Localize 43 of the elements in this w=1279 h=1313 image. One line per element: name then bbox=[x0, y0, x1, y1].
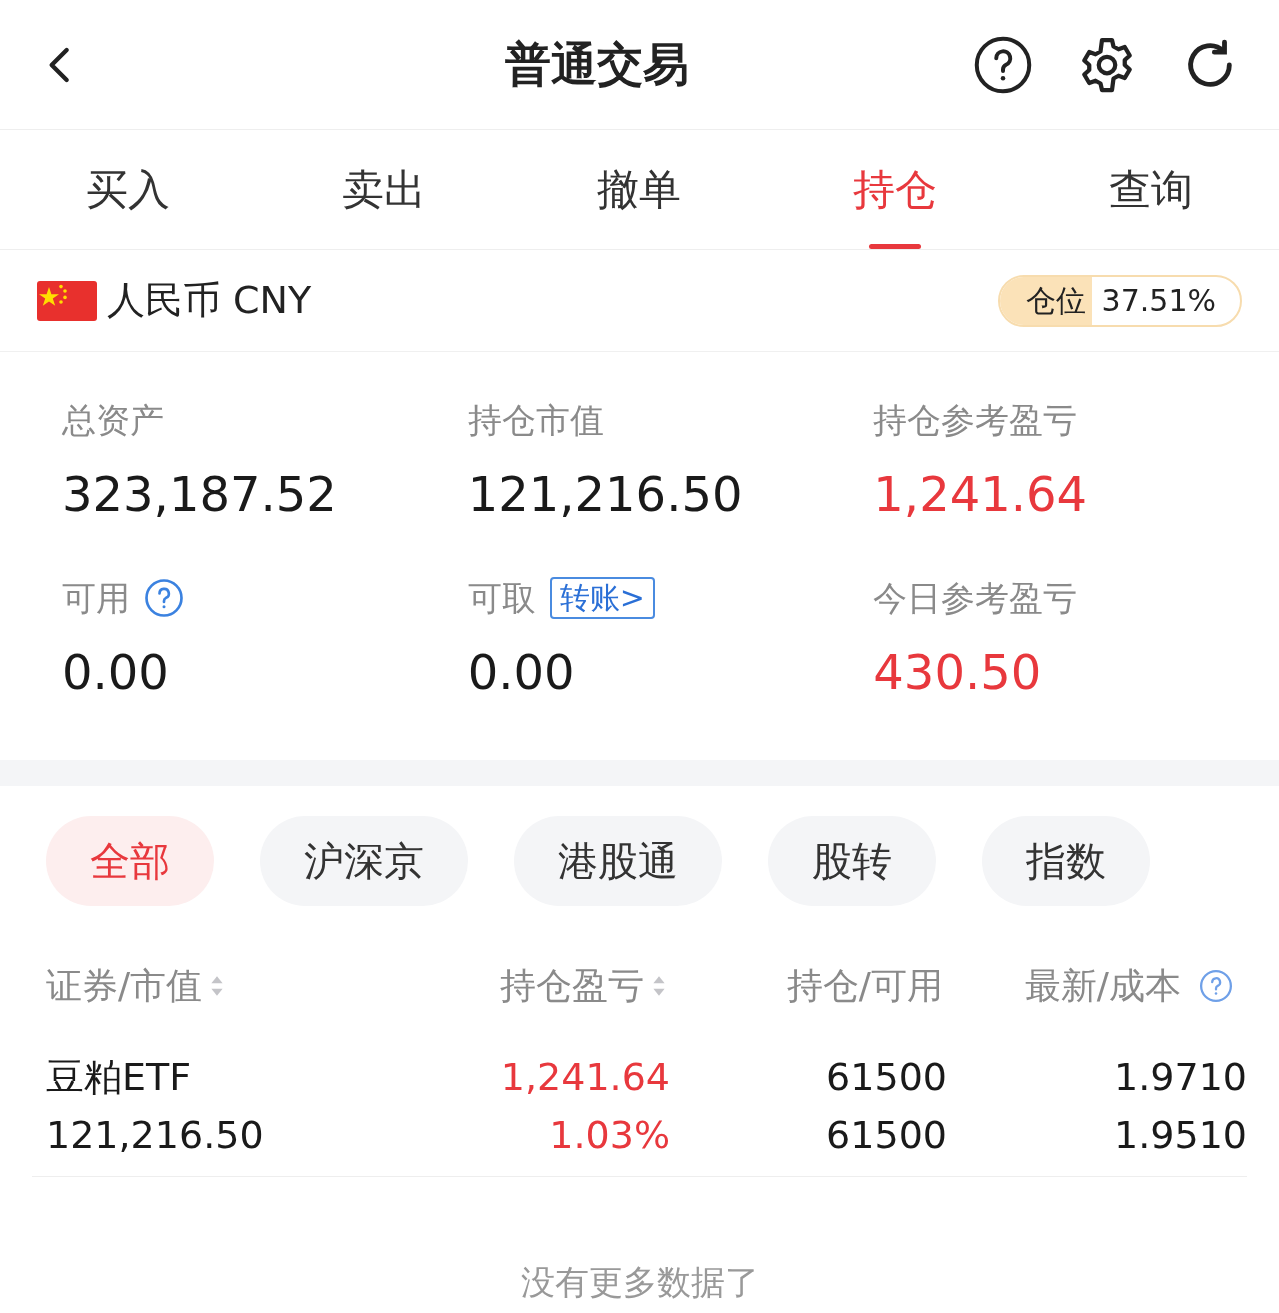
end-of-list-text: 没有更多数据了 bbox=[520, 1261, 759, 1304]
flag-icon bbox=[37, 279, 97, 322]
stat-label: 总资产 bbox=[62, 398, 164, 442]
column-header: 最新/成本 bbox=[1024, 964, 1181, 1008]
stat-value: 430.50 bbox=[873, 643, 1043, 702]
position-label: 仓位 bbox=[999, 276, 1092, 325]
pnl-value: 1,241.64 bbox=[500, 1054, 670, 1101]
tab[interactable]: 撤单 bbox=[511, 130, 768, 249]
currency-label: 人民币 CNY bbox=[107, 277, 313, 324]
stat-value: 121,216.50 bbox=[467, 465, 744, 524]
tab[interactable]: 卖出 bbox=[255, 130, 512, 249]
page-title: 普通交易 bbox=[504, 36, 689, 93]
column-header: 持仓/可用 bbox=[786, 964, 943, 1008]
column-header: 持仓盈亏 bbox=[500, 964, 644, 1008]
tab[interactable]: 查询 bbox=[1023, 130, 1279, 249]
tab[interactable]: 买入 bbox=[0, 130, 256, 249]
help-icon[interactable] bbox=[973, 34, 1033, 95]
stat-label: 可用 bbox=[62, 576, 130, 620]
tab-indicator bbox=[869, 244, 922, 249]
position-value: 37.51% bbox=[1100, 282, 1217, 320]
market-value: 121,216.50 bbox=[46, 1112, 265, 1159]
tab[interactable]: 持仓 bbox=[767, 130, 1024, 249]
security-name: 豆粕ETF bbox=[46, 1054, 193, 1101]
transfer-link[interactable]: 转账> bbox=[549, 577, 655, 619]
filter-chip[interactable]: 沪深京 bbox=[260, 816, 468, 906]
pnl-percent: 1.03% bbox=[549, 1112, 670, 1159]
stat-label: 持仓参考盈亏 bbox=[873, 398, 1078, 442]
filter-chip[interactable]: 指数 bbox=[982, 816, 1150, 906]
stat-value: 0.00 bbox=[62, 643, 170, 702]
column-header: 证券/市值 bbox=[46, 964, 203, 1008]
stat-value: 323,187.52 bbox=[62, 465, 338, 524]
stat-label: 持仓市值 bbox=[467, 398, 604, 442]
stat-label: 今日参考盈亏 bbox=[873, 576, 1078, 620]
cost-price: 1.9510 bbox=[1114, 1112, 1247, 1159]
position-quantity: 61500 bbox=[826, 1054, 947, 1101]
filter-chip[interactable]: 全部 bbox=[46, 816, 214, 906]
stat-value: 1,241.64 bbox=[873, 465, 1089, 524]
available-quantity: 61500 bbox=[826, 1112, 947, 1159]
filter-chip[interactable]: 股转 bbox=[768, 816, 936, 906]
latest-price: 1.9710 bbox=[1114, 1054, 1247, 1101]
stat-label: 可取 bbox=[467, 576, 536, 620]
filter-chip[interactable]: 港股通 bbox=[514, 816, 722, 906]
stat-value: 0.00 bbox=[467, 643, 576, 702]
